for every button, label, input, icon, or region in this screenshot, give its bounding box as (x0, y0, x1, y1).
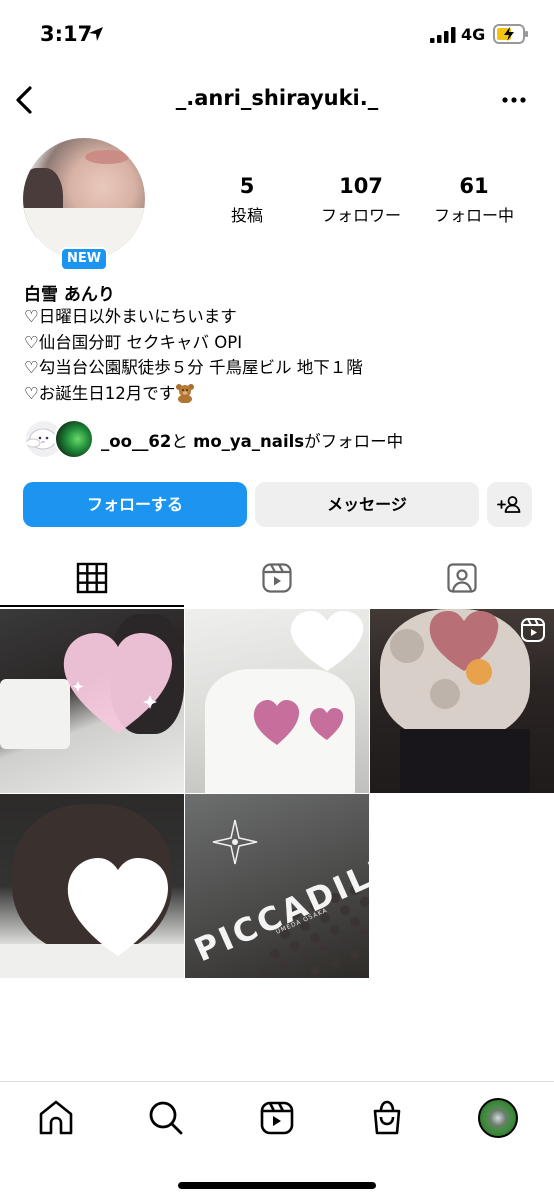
suggested-users-button[interactable] (487, 482, 532, 527)
battery-charging-icon (493, 24, 528, 44)
followed-by-avatars[interactable] (24, 419, 94, 459)
location-arrow-icon (89, 27, 103, 41)
profile-username: _.anri_shirayuki._ (175, 86, 379, 110)
reel-indicator-icon (521, 618, 545, 642)
signal-icon (430, 27, 456, 43)
post-thumbnail[interactable]: PICCADILLY UMEDA OSAKA (185, 794, 369, 978)
profile-nav-avatar[interactable] (478, 1098, 518, 1138)
follower-username[interactable]: _oo__62 (101, 432, 171, 451)
bio-line: ♡日曜日以外まいにちいます (24, 307, 237, 326)
status-bar: 3:17 4G (0, 0, 554, 70)
search-icon[interactable] (146, 1098, 186, 1138)
profile-avatar[interactable] (23, 138, 145, 260)
posts-count: 5 (239, 174, 255, 198)
reels-nav-icon[interactable] (257, 1098, 297, 1138)
teddy-bear-emoji-icon (176, 383, 195, 403)
follower-username[interactable]: mo_ya_nails (193, 432, 304, 451)
post-thumbnail[interactable] (0, 609, 184, 793)
post-text-piccadilly: PICCADILLY (189, 839, 369, 969)
followers-label: フォロワー (320, 206, 401, 225)
home-icon[interactable] (36, 1098, 76, 1138)
heart-sticker-icon (63, 633, 172, 733)
stat-followers[interactable]: 107 フォロワー (308, 174, 414, 226)
followed-by-connector: と (171, 432, 188, 451)
more-options-icon[interactable] (500, 88, 528, 112)
reels-icon (262, 563, 292, 593)
followed-by-text[interactable]: _oo__62と mo_ya_nailsがフォロー中 (101, 428, 403, 452)
grid-icon (76, 562, 108, 594)
post-thumbnail[interactable] (0, 794, 184, 978)
display-name: 白雪 あんり (24, 285, 115, 305)
tab-reels[interactable] (185, 549, 369, 607)
heart-sticker-icon (67, 858, 168, 956)
bio-line: ♡お誕生日12月です (24, 381, 534, 407)
heart-sticker-icon (309, 708, 344, 740)
stat-posts[interactable]: 5 投稿 (218, 174, 276, 226)
heart-sticker-icon (253, 700, 300, 745)
bio-line: ♡仙台国分町 セクキャバ OPI (24, 332, 243, 352)
add-person-icon (497, 496, 521, 513)
post-thumbnail[interactable] (185, 609, 369, 793)
followers-count: 107 (339, 174, 383, 198)
tagged-user-icon (447, 563, 477, 593)
profile-bio: 白雪 あんり ♡日曜日以外まいにちいます ♡仙台国分町 セクキャバ OPI ♡勾… (24, 280, 534, 406)
network-label: 4G (461, 25, 486, 44)
piccadilly-logo: PICCADILLY UMEDA OSAKA (189, 819, 369, 978)
bio-line: ♡勾当台公園駅徒歩５分 千鳥屋ビル 地下１階 (24, 358, 363, 377)
followed-by-suffix: がフォロー中 (304, 432, 404, 451)
profile-header: _.anri_shirayuki._ (0, 78, 554, 122)
status-time: 3:17 (40, 22, 93, 46)
bio-line-text: ♡お誕生日12月です (24, 383, 176, 403)
heart-sticker-icon (290, 611, 364, 671)
posts-label: 投稿 (230, 206, 263, 225)
new-story-badge: NEW (60, 247, 108, 271)
message-button[interactable]: メッセージ (255, 482, 479, 527)
heart-sticker-icon (429, 611, 499, 671)
shop-icon[interactable] (367, 1098, 407, 1138)
follow-button[interactable]: フォローする (23, 482, 247, 527)
tab-posts-grid[interactable] (0, 549, 184, 607)
post-thumbnail[interactable] (370, 609, 554, 793)
following-label: フォロー中 (433, 206, 514, 225)
following-count: 61 (459, 174, 489, 198)
stat-following[interactable]: 61 フォロー中 (424, 174, 524, 226)
profile-tabs (0, 549, 554, 607)
home-indicator (178, 1182, 376, 1189)
follower-avatar (54, 419, 94, 459)
tab-tagged[interactable] (370, 549, 554, 607)
